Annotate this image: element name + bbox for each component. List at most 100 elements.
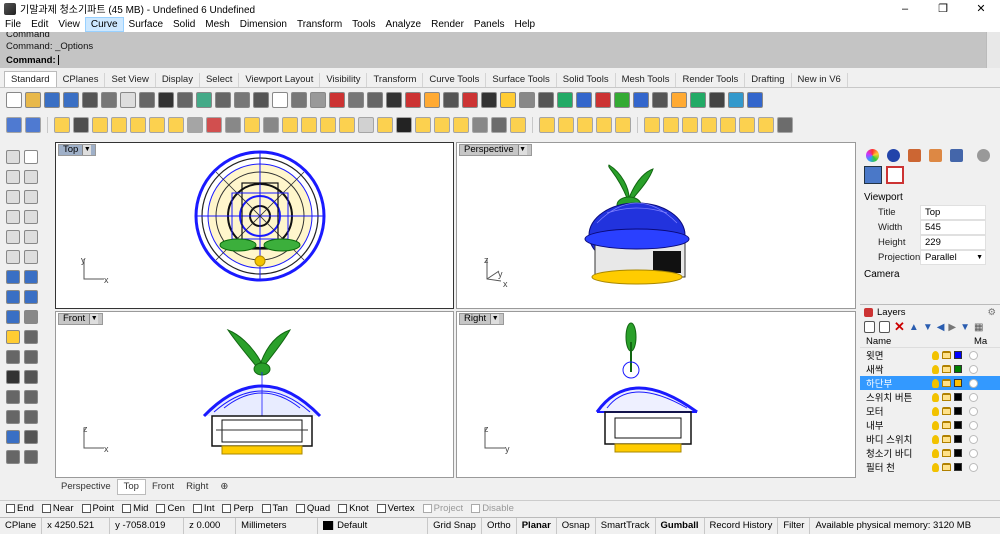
toolbar-icon[interactable] (272, 92, 288, 108)
osnap-near[interactable]: Near (41, 503, 74, 514)
toolbar-icon[interactable] (576, 92, 592, 108)
menu-view[interactable]: View (53, 17, 85, 32)
toolbar-icon[interactable] (73, 117, 89, 133)
menu-analyze[interactable]: Analyze (381, 17, 427, 32)
tool-icon[interactable] (6, 290, 20, 304)
lock-icon[interactable] (942, 365, 951, 373)
material-circle-icon[interactable] (969, 392, 978, 402)
material-circle-icon[interactable] (969, 350, 978, 360)
tool-icon[interactable] (6, 410, 20, 424)
material-circle-icon[interactable] (969, 448, 978, 458)
toolbar-icon[interactable] (557, 92, 573, 108)
smarttrack-toggle[interactable]: SmartTrack (596, 517, 656, 534)
toolbar-icon[interactable] (149, 117, 165, 133)
viewport-tab-right[interactable]: Right (180, 480, 214, 494)
lightbulb-icon[interactable] (932, 392, 939, 402)
tool-icon[interactable] (24, 310, 38, 324)
osnap-toggle[interactable]: Osnap (557, 517, 596, 534)
tool-icon[interactable] (24, 390, 38, 404)
toolbar-icon[interactable] (443, 92, 459, 108)
checkbox[interactable] (156, 503, 166, 513)
osnap-knot[interactable]: Knot (338, 503, 369, 514)
lightbulb-icon[interactable] (932, 434, 939, 444)
viewport-right[interactable]: Right ▼ z y (456, 311, 856, 478)
tab-standard[interactable]: Standard (4, 71, 57, 87)
toolbar-icon[interactable] (519, 92, 535, 108)
toolbar-icon[interactable] (539, 117, 555, 133)
toolbar-icon[interactable] (82, 92, 98, 108)
tool-icon[interactable] (24, 190, 38, 204)
layer-color-swatch[interactable] (954, 351, 962, 359)
layer-color-swatch[interactable] (954, 379, 962, 387)
toolbar-icon[interactable] (758, 117, 774, 133)
toolbar-icon[interactable] (701, 117, 717, 133)
toolbar-icon[interactable] (168, 117, 184, 133)
menu-render[interactable]: Render (426, 17, 469, 32)
osnap-end[interactable]: End (6, 503, 34, 514)
layer-row[interactable]: 바디 스위치 (860, 432, 1000, 446)
viewport-tab-top[interactable]: Top (116, 479, 146, 495)
material-circle-icon[interactable] (969, 378, 978, 388)
move-up-icon[interactable]: ▲ (909, 322, 919, 333)
toolbar-icon[interactable] (558, 117, 574, 133)
tool-icon[interactable] (24, 430, 38, 444)
toolbar-icon[interactable] (367, 92, 383, 108)
toolbar-icon[interactable] (215, 92, 231, 108)
lock-icon[interactable] (942, 379, 951, 387)
viewport-tab-perspective[interactable]: Perspective (55, 480, 117, 494)
tool-icon[interactable] (24, 350, 38, 364)
layer-color-swatch[interactable] (954, 393, 962, 401)
checkbox[interactable] (261, 503, 271, 513)
toolbar-icon[interactable] (396, 117, 412, 133)
tool-icon[interactable] (6, 330, 20, 344)
filter-icon[interactable]: ▼ (960, 322, 970, 333)
filter-toggle[interactable]: Filter (778, 517, 811, 534)
toolbar-icon[interactable] (101, 92, 117, 108)
move-right-icon[interactable]: ▶ (948, 322, 956, 333)
material-circle-icon[interactable] (969, 434, 978, 444)
close-button[interactable]: ✕ (962, 0, 1000, 17)
tab-mesh-tools[interactable]: Mesh Tools (616, 73, 677, 87)
toolbar-icon[interactable] (415, 117, 431, 133)
tab-surface-tools[interactable]: Surface Tools (486, 73, 557, 87)
color-wheel-icon[interactable] (866, 148, 879, 162)
tool-icon[interactable] (24, 150, 38, 164)
menu-dimension[interactable]: Dimension (235, 17, 292, 32)
toolbar-icon[interactable] (491, 117, 507, 133)
layer-row[interactable]: 청소기 바디 (860, 446, 1000, 460)
toolbar-icon[interactable] (472, 117, 488, 133)
current-layer[interactable]: Default (318, 517, 429, 534)
lock-icon[interactable] (942, 393, 951, 401)
toolbar-icon[interactable] (709, 92, 725, 108)
toolbar-icon[interactable] (339, 117, 355, 133)
toolbar-icon[interactable] (671, 92, 687, 108)
layer-color-swatch[interactable] (954, 435, 962, 443)
tool-icon[interactable] (6, 430, 20, 444)
toolbar-icon[interactable] (206, 117, 222, 133)
checkbox[interactable] (222, 503, 232, 513)
tool-icon[interactable] (6, 250, 20, 264)
lock-icon[interactable] (942, 421, 951, 429)
checkbox[interactable] (6, 503, 15, 513)
tool-icon[interactable] (6, 190, 20, 204)
lightbulb-icon[interactable] (932, 378, 939, 388)
tool-icon[interactable] (24, 170, 38, 184)
toolbar-icon[interactable] (424, 92, 440, 108)
checkbox[interactable] (422, 503, 432, 513)
menu-help[interactable]: Help (510, 17, 541, 32)
toolbar-icon[interactable] (405, 92, 421, 108)
lock-icon[interactable] (942, 463, 951, 471)
toolbar-icon[interactable] (510, 117, 526, 133)
grid-snap-toggle[interactable]: Grid Snap (428, 517, 482, 534)
tab-solid-tools[interactable]: Solid Tools (557, 73, 616, 87)
toolbar-icon[interactable] (25, 117, 41, 133)
checkbox[interactable] (192, 503, 202, 513)
tab-render-tools[interactable]: Render Tools (676, 73, 746, 87)
toolbar-icon[interactable] (777, 117, 793, 133)
toolbar-icon[interactable] (196, 92, 212, 108)
tools-icon[interactable]: ▦ (974, 322, 983, 333)
tool-icon[interactable] (24, 410, 38, 424)
tool-icon[interactable] (6, 170, 20, 184)
toolbar-icon[interactable] (301, 117, 317, 133)
gear-icon[interactable] (977, 148, 990, 162)
